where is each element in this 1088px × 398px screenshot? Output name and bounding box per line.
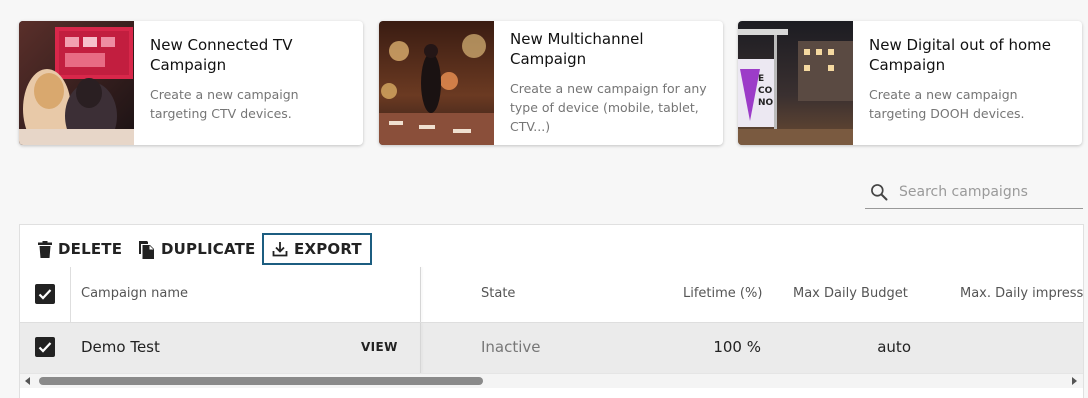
delete-label: DELETE	[58, 240, 123, 258]
card-description: Create a new campaign targeting DOOH dev…	[869, 87, 1025, 121]
duplicate-button[interactable]: DUPLICATE	[138, 233, 256, 265]
campaigns-table-panel: DELETE DUPLICATE EXPORT Campaign name St	[19, 224, 1084, 398]
duplicate-icon	[139, 240, 154, 259]
export-button[interactable]: EXPORT	[262, 233, 372, 265]
max-daily-budget-cell: auto	[877, 338, 911, 356]
billboard-image: E CO NO	[738, 21, 853, 145]
search-input[interactable]	[899, 182, 1079, 202]
svg-text:NO: NO	[758, 98, 774, 108]
view-campaign-link[interactable]: VIEW	[361, 340, 398, 354]
svg-text:E: E	[758, 74, 764, 84]
column-header-max-daily-impressions[interactable]: Max. Daily impress	[960, 286, 1083, 301]
tv-living-room-image	[19, 21, 134, 145]
duplicate-label: DUPLICATE	[161, 240, 256, 258]
state-cell: Inactive	[481, 338, 541, 356]
download-icon	[272, 242, 288, 257]
trash-icon	[38, 240, 52, 258]
delete-button[interactable]: DELETE	[38, 233, 122, 265]
card-title: New Digital out of home Campaign	[869, 36, 1051, 74]
card-description: Create a new campaign for any type of de…	[510, 81, 707, 134]
scrollbar-thumb[interactable]	[39, 377, 483, 385]
card-title: New Connected TV Campaign	[150, 36, 293, 74]
svg-text:CO: CO	[758, 86, 773, 96]
header-checkbox-cell	[20, 267, 71, 322]
card-title: New Multichannel Campaign	[510, 30, 644, 68]
search-icon[interactable]	[869, 182, 889, 202]
checkmark-icon	[38, 342, 52, 353]
select-all-checkbox[interactable]	[35, 284, 55, 304]
frozen-column-divider	[420, 323, 421, 373]
column-header-state[interactable]: State	[481, 286, 515, 301]
lifetime-cell: 100 %	[713, 338, 761, 356]
column-header-lifetime[interactable]: Lifetime (%)	[683, 286, 762, 301]
card-description: Create a new campaign targeting CTV devi…	[150, 87, 299, 121]
table-row[interactable]: Demo Test VIEW Inactive 100 % auto	[20, 322, 1083, 373]
row-checkbox[interactable]	[35, 337, 55, 357]
card-multichannel[interactable]: New Multichannel Campaign Create a new c…	[379, 21, 723, 145]
frozen-column-divider	[420, 267, 421, 322]
column-header-campaign-name[interactable]: Campaign name	[81, 286, 188, 301]
search-box	[865, 177, 1083, 209]
campaign-name-cell: Demo Test	[81, 338, 160, 356]
city-street-image	[379, 21, 494, 145]
column-header-max-daily-budget[interactable]: Max Daily Budget	[793, 286, 908, 301]
export-label: EXPORT	[294, 240, 362, 258]
scroll-right-arrow-icon[interactable]	[1072, 377, 1077, 385]
card-connected-tv[interactable]: New Connected TV Campaign Create a new c…	[19, 21, 363, 145]
horizontal-scrollbar[interactable]	[20, 373, 1083, 388]
card-dooh[interactable]: E CO NO New Digital out of home Campaign…	[738, 21, 1082, 145]
scroll-left-arrow-icon[interactable]	[25, 377, 30, 385]
table-header: Campaign name State Lifetime (%) Max Dai…	[20, 267, 1083, 322]
checkmark-icon	[38, 289, 52, 300]
